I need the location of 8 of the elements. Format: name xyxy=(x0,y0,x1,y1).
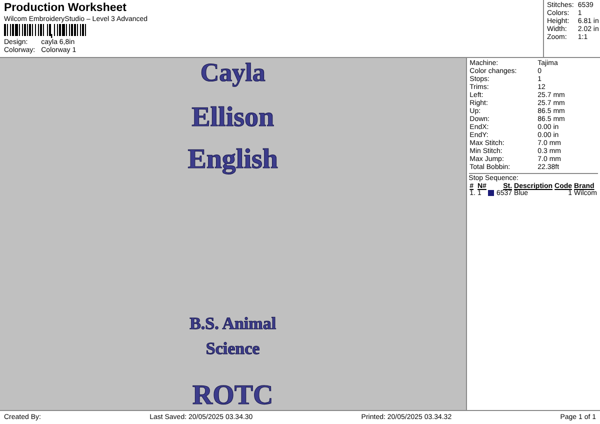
embroidered-text: English xyxy=(188,146,278,174)
barcode-icon xyxy=(4,24,86,38)
embroidered-text: Science xyxy=(206,340,260,357)
worksheet-title: Production Worksheet xyxy=(4,2,128,15)
embroidered-text: Cayla xyxy=(200,60,266,86)
embroidered-text: Ellison xyxy=(192,104,274,132)
embroidered-text: B.S. Animal xyxy=(190,315,276,332)
embroidered-text: ROTC xyxy=(192,382,274,410)
